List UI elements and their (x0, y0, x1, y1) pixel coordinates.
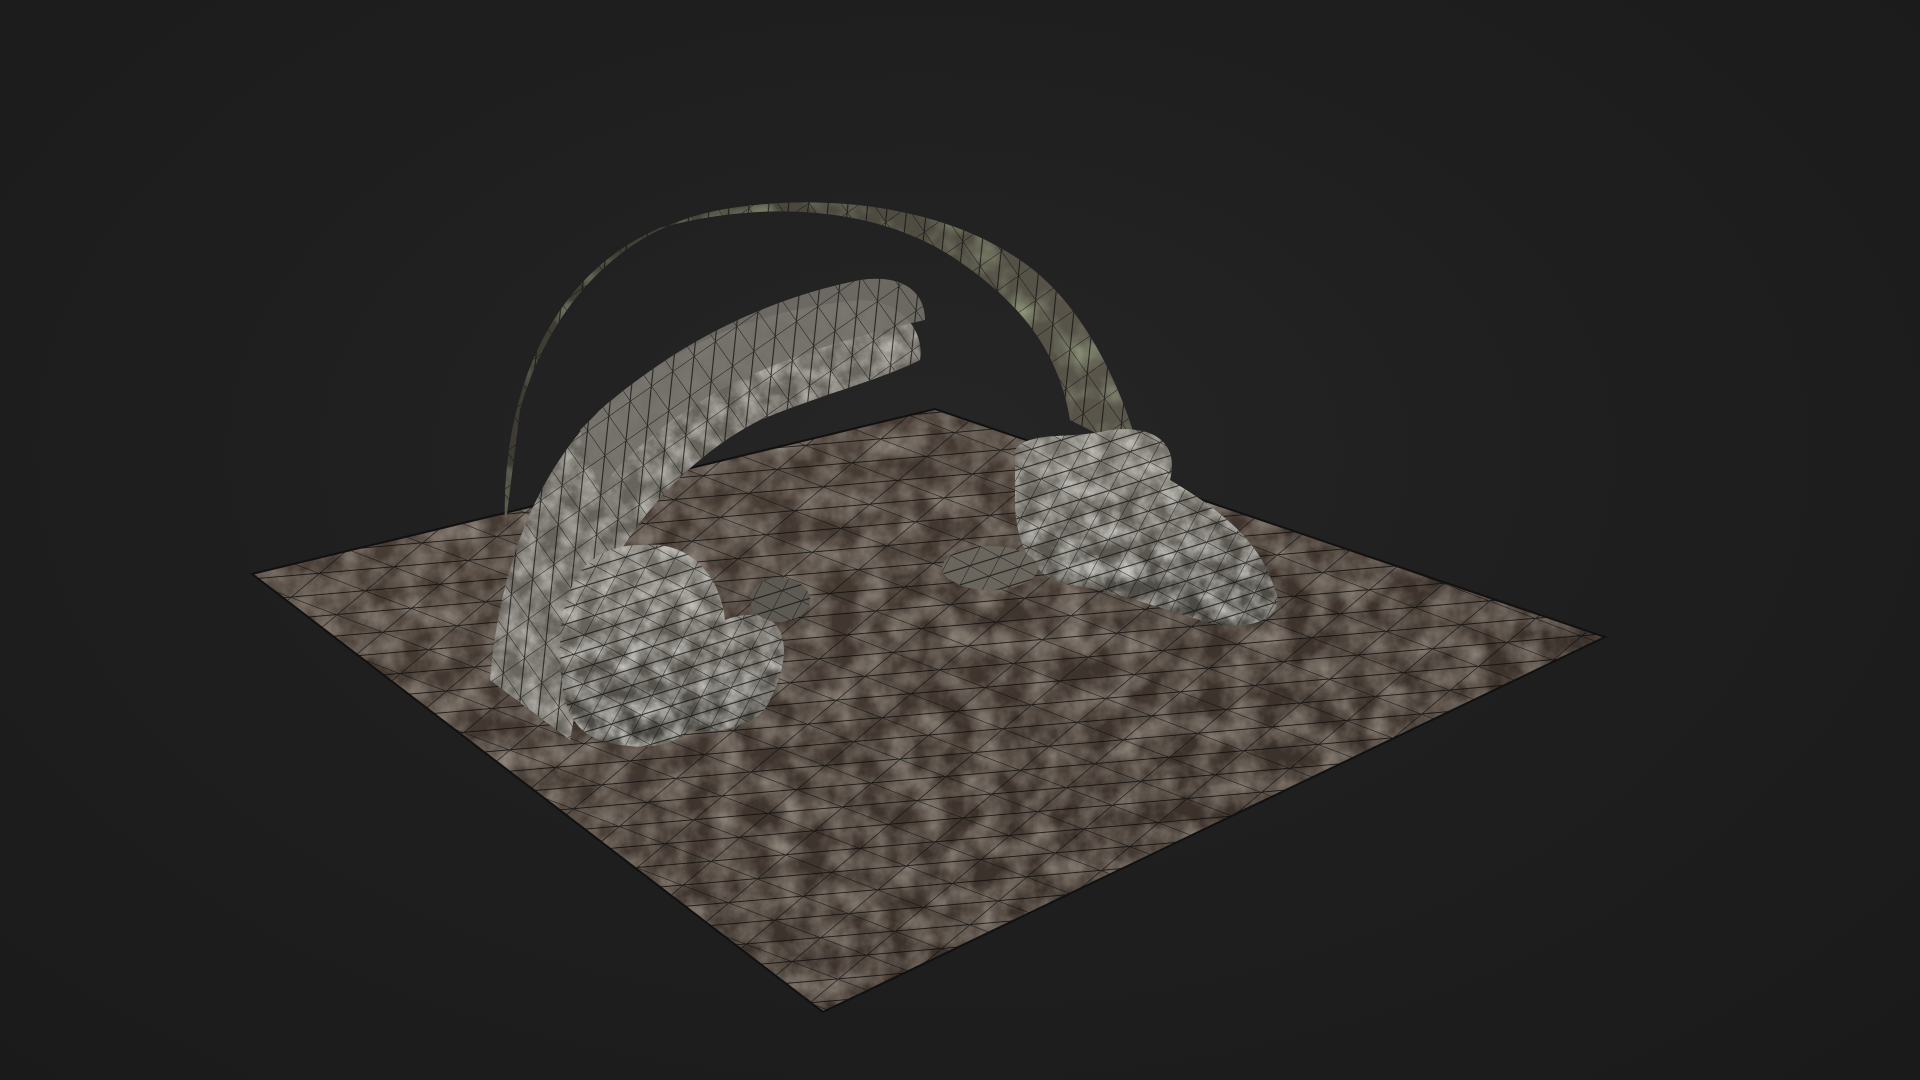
ground-plane (249, 407, 1608, 1014)
scene-render (249, 202, 1608, 1014)
3d-viewport[interactable] (0, 0, 1920, 1080)
